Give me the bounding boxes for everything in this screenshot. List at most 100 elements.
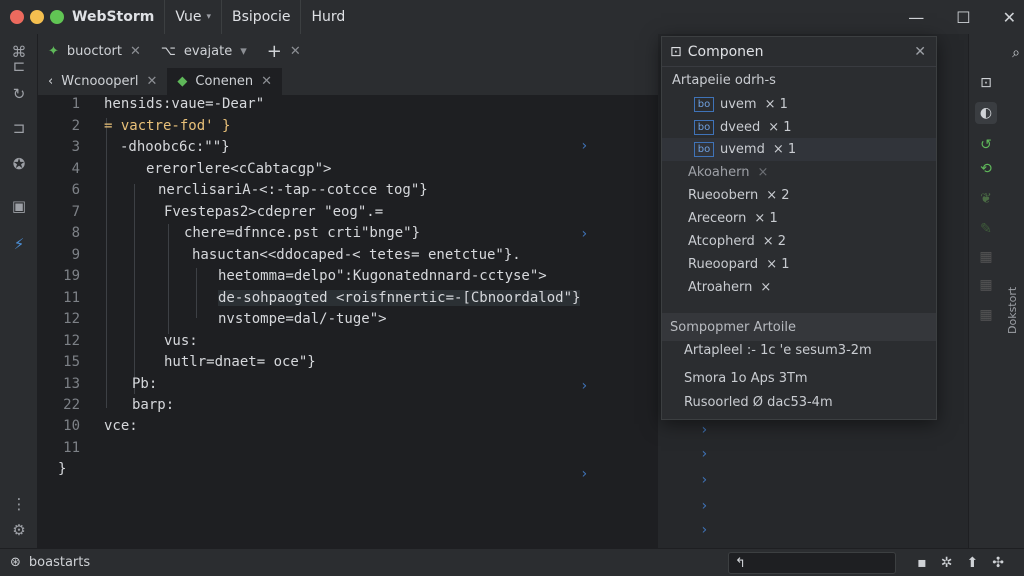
minimize-window-dot[interactable] — [30, 10, 44, 24]
folder-icon[interactable]: ⊏ — [9, 56, 29, 76]
list-item[interactable]: bo uvemd × 1 — [662, 138, 936, 161]
code-line: nerclisariA-<:-tap--cotcce tog"} — [158, 182, 428, 198]
edit-icon[interactable]: ✎ — [975, 218, 997, 240]
tab-evajate[interactable]: ⌥ evajate ▾ — [151, 34, 257, 68]
structure-icon[interactable]: ⊐ — [9, 118, 29, 138]
branch-menu[interactable]: Hurd — [301, 0, 355, 34]
upload-icon[interactable]: ⬆ — [967, 555, 979, 571]
grid-icon[interactable]: ▦ — [975, 274, 997, 296]
item-count: × 2 — [762, 234, 787, 249]
list-item[interactable]: Akoahern × — [662, 161, 936, 184]
terminal-icon[interactable]: ⋮ — [9, 494, 29, 514]
fold-chevron-icon: › — [700, 522, 709, 538]
popup-title: Componen — [687, 43, 764, 60]
item-count: × 1 — [768, 120, 792, 135]
code-line: = vactre-fod' } — [104, 118, 231, 134]
close-tab-icon[interactable]: ✕ — [261, 74, 272, 89]
popup-header: ⊡ Componen ✕ — [662, 37, 936, 67]
chevron-down-icon[interactable]: ▾ — [240, 44, 247, 59]
tab-wcnoooperl[interactable]: ‹ Wcnoooperl ✕ — [38, 68, 167, 96]
status-label: boastarts — [28, 555, 91, 570]
save-icon[interactable]: ▪ — [917, 555, 927, 571]
grid-icon[interactable]: ▦ — [975, 304, 997, 326]
close-tab-icon[interactable]: ✕ — [147, 74, 158, 89]
vue-icon: ◆ — [177, 74, 188, 89]
list-item[interactable]: bo dveed × 1 — [662, 116, 936, 139]
code-line: nvstompe=dal/-tuge"> — [218, 311, 387, 327]
minimize-icon[interactable]: — — [908, 8, 924, 27]
item-label: Rueoopard — [688, 257, 759, 272]
database-icon[interactable]: ◐ — [975, 102, 997, 124]
tab-conenen[interactable]: ◆ Conenen ✕ — [167, 67, 283, 96]
status-icons: ▪ ✲ ⬆ ✣ — [917, 549, 1004, 576]
line-number: 12 — [63, 311, 80, 327]
line-number: 11 — [63, 440, 80, 456]
settings-icon[interactable]: ✲ — [941, 555, 953, 571]
code-line: -dhoobc6c:""} — [120, 139, 230, 155]
component-tag-icon: bo — [694, 97, 714, 112]
fold-chevron-icon: › — [580, 378, 589, 394]
close-tab-icon[interactable]: ✕ — [130, 44, 141, 59]
package-icon[interactable]: ▣ — [9, 196, 29, 216]
list-item[interactable]: Rueoopard × 1 — [662, 253, 936, 276]
list-item[interactable]: Atcopherd × 2 — [662, 230, 936, 253]
indent-guide — [134, 184, 135, 394]
plus-icon: + — [266, 40, 282, 62]
tab-label: buoctort — [66, 43, 122, 59]
item-count: × 1 — [754, 211, 778, 226]
item-count: × 1 — [764, 97, 788, 112]
code-line: Pb: — [132, 376, 158, 392]
code-editor[interactable]: 1 hensids:vaue=-Dear" 2 = vactre-fod' } … — [38, 96, 658, 548]
leaf-icon[interactable]: ❦ — [975, 188, 997, 210]
git-branch-icon: ⊛ — [10, 555, 21, 570]
line-number: 12 — [63, 333, 80, 349]
notifications-icon[interactable]: ⊡ — [975, 72, 997, 94]
code-line: vce: — [104, 418, 138, 434]
chevron-left-icon: ‹ — [48, 74, 54, 89]
tab-buoctort[interactable]: ✦ buoctort ✕ — [38, 34, 151, 68]
close-icon[interactable]: ✕ — [1003, 8, 1016, 27]
list-item[interactable]: Atroahern × — [662, 276, 936, 299]
list-item[interactable]: bo uvem × 1 — [662, 93, 936, 116]
list-item[interactable]: Rueoobern × 2 — [662, 184, 936, 207]
item-label: Akoahern — [688, 165, 750, 180]
close-icon[interactable]: ✕ — [290, 44, 301, 59]
ai-assistant-icon[interactable]: ↺ — [975, 134, 997, 156]
status-input[interactable]: ↰ — [728, 552, 896, 574]
list-item[interactable]: Areceorn × 1 — [662, 207, 936, 230]
item-count: × 1 — [766, 257, 790, 272]
status-left[interactable]: ⊛ boastarts — [10, 555, 90, 570]
debug-icon[interactable]: ✣ — [992, 555, 1004, 571]
title-bar: WebStorm Vue ▾ Bsipocie Hurd — ☐ ✕ — [0, 0, 1024, 34]
item-count: × — [757, 165, 769, 180]
indent-guide — [168, 224, 169, 334]
status-bar: ⊛ boastarts ↰ ▪ ✲ ⬆ ✣ — [0, 548, 1024, 576]
grid-icon[interactable]: ▦ — [975, 246, 997, 268]
commit-icon[interactable]: ↻ — [9, 84, 29, 104]
vertical-tool-label[interactable]: Dokstort — [1006, 74, 1020, 334]
popup-subtitle: Artapeiie odrh-s — [672, 72, 776, 88]
project-menu[interactable]: Bsipocie — [222, 0, 302, 34]
close-popup-icon[interactable]: ✕ — [914, 44, 926, 60]
git-icon[interactable]: ⟲ — [975, 158, 997, 180]
new-tab-button[interactable]: + ✕ — [257, 34, 311, 68]
tool-tab-row: ✦ buoctort ✕ ⌥ evajate ▾ + ✕ — [38, 34, 658, 68]
framework-menu[interactable]: Vue ▾ — [165, 0, 223, 34]
maximize-icon[interactable]: ☐ — [956, 8, 970, 27]
run-icon[interactable]: ⚡ — [9, 234, 29, 254]
chevron-down-icon: ▾ — [206, 12, 212, 22]
popup-section-header: Sompopmer Artoile — [662, 313, 936, 341]
search-icon[interactable]: ⌕ — [1005, 42, 1024, 64]
line-number: 1 — [71, 96, 80, 112]
line-number: 7 — [71, 204, 80, 220]
code-line: vus: — [164, 333, 198, 349]
settings-gear-icon[interactable]: ⚙ — [9, 520, 29, 540]
close-window-dot[interactable] — [10, 10, 24, 24]
editor-tab-row: ‹ Wcnoooperl ✕ ◆ Conenen ✕ — [38, 67, 658, 96]
plugin-icon[interactable]: ✪ — [9, 154, 29, 174]
zoom-window-dot[interactable] — [50, 10, 64, 24]
code-line: barp: — [132, 397, 175, 413]
fold-chevron-icon: › — [580, 138, 589, 154]
line-number: 4 — [71, 161, 80, 177]
line-number: 8 — [71, 225, 80, 241]
